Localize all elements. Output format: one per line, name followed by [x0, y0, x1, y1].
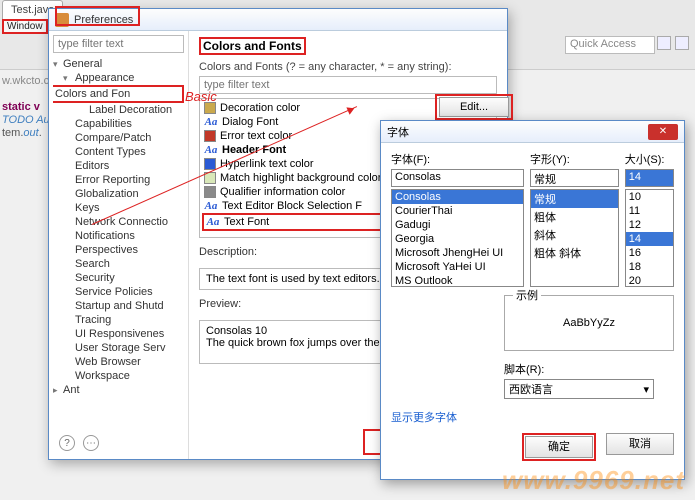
tree-item[interactable]: Editors	[53, 159, 184, 173]
import-export-icon[interactable]: ⋯	[83, 435, 99, 451]
tree-item[interactable]: Network Connectio	[53, 215, 184, 229]
font-label: 字体(F):	[391, 151, 524, 167]
tree-item[interactable]: Keys	[53, 201, 184, 215]
tree-item-colors-fonts[interactable]: Colors and Fon	[53, 85, 184, 103]
tree-item[interactable]: Compare/Patch	[53, 131, 184, 145]
tree-item[interactable]: Service Policies	[53, 285, 184, 299]
cancel-button[interactable]: 取消	[606, 433, 674, 455]
toolbar-icon[interactable]	[657, 36, 671, 50]
dialog-title: 字体	[387, 124, 409, 140]
script-label: 脚本(R):	[504, 361, 674, 377]
font-name-input[interactable]: Consolas	[391, 169, 524, 187]
annotation-box	[435, 94, 513, 120]
tree-item[interactable]: Workspace	[53, 369, 184, 383]
tree-item[interactable]: Perspectives	[53, 243, 184, 257]
tree-item[interactable]: Security	[53, 271, 184, 285]
font-list[interactable]: Consolas CourierThai Gadugi Georgia Micr…	[391, 189, 524, 287]
basic-annotation: Basic	[185, 89, 217, 104]
tree-item[interactable]: Capabilities	[53, 117, 184, 131]
tree-item[interactable]: Error Reporting	[53, 173, 184, 187]
tree-item[interactable]: UI Responsivenes	[53, 327, 184, 341]
font-size-input[interactable]: 14	[625, 169, 674, 187]
window-menu[interactable]: Window	[2, 19, 48, 34]
font-style-input[interactable]: 常规	[530, 169, 619, 187]
tree-filter-input[interactable]	[53, 35, 184, 53]
code-editor: w.wkcto.c static v TODO Aut tem.out.	[0, 75, 55, 140]
quick-access-input[interactable]: Quick Access	[565, 36, 655, 54]
size-label: 大小(S):	[625, 151, 674, 167]
chevron-down-icon: ▾	[643, 383, 649, 396]
tree-item[interactable]: Search	[53, 257, 184, 271]
page-title: Colors and Fonts	[199, 37, 306, 55]
size-list[interactable]: 10 11 12 14 16 18 20	[625, 189, 674, 287]
prefs-icon	[55, 13, 69, 27]
style-list[interactable]: 常规 粗体 斜体 粗体 斜体	[530, 189, 619, 287]
tree-item[interactable]: Tracing	[53, 313, 184, 327]
tree-item[interactable]: Globalization	[53, 187, 184, 201]
script-select[interactable]: 西欧语言▾	[504, 379, 654, 399]
tree-item[interactable]: Web Browser	[53, 355, 184, 369]
preferences-tree[interactable]: ▾General ▾Appearance Colors and Fon Labe…	[53, 57, 184, 455]
tree-item[interactable]: Label Decoration	[53, 103, 184, 117]
ok-button[interactable]: 确定	[525, 436, 593, 458]
font-dialog: 字体 ✕ 字体(F): Consolas Consolas CourierTha…	[380, 120, 685, 480]
dialog-title: Preferences	[74, 14, 133, 26]
more-fonts-link[interactable]: 显示更多字体	[391, 409, 457, 425]
dialog-titlebar[interactable]: 字体 ✕	[381, 121, 684, 143]
style-label: 字形(Y):	[530, 151, 619, 167]
tree-item[interactable]: Startup and Shutd	[53, 299, 184, 313]
toolbar-icon[interactable]	[675, 36, 689, 50]
tree-item[interactable]: Content Types	[53, 145, 184, 159]
close-icon[interactable]: ✕	[648, 124, 678, 140]
sample-box: 示例 AaBbYyZz	[504, 295, 674, 351]
tree-item[interactable]: Notifications	[53, 229, 184, 243]
tree-item[interactable]: User Storage Serv	[53, 341, 184, 355]
help-icon[interactable]: ?	[59, 435, 75, 451]
font-filter-input[interactable]	[199, 76, 497, 94]
dialog-titlebar[interactable]: Preferences	[49, 9, 507, 31]
hint-text: Colors and Fonts (? = any character, * =…	[199, 61, 497, 73]
